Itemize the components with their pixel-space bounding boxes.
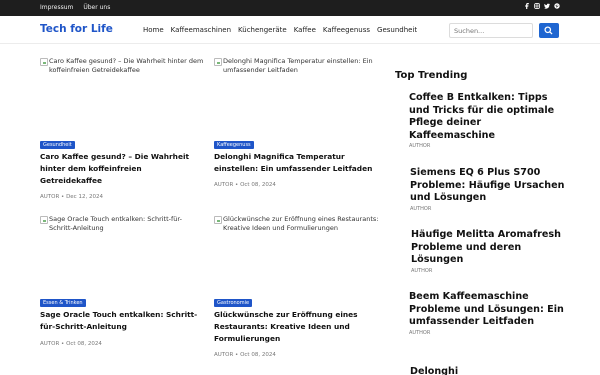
- nav-item-kaffeegenuss[interactable]: Kaffeegenuss: [323, 26, 370, 34]
- nav-item-kuechengeraete[interactable]: Küchengeräte: [238, 26, 287, 34]
- trending-item[interactable]: Siemens EQ 6 Plus S700 Probleme: Häufige…: [410, 167, 570, 212]
- search-button[interactable]: [539, 23, 559, 38]
- category-badge[interactable]: Gesundheit: [40, 141, 75, 149]
- social-links: [524, 3, 560, 9]
- pinterest-icon[interactable]: [554, 3, 560, 9]
- site-header: Tech for Life Home Kaffeemaschinen Küche…: [0, 16, 600, 44]
- trending-item-author[interactable]: AUTHOR: [411, 268, 571, 274]
- broken-image-icon: [214, 58, 222, 66]
- post-author[interactable]: AUTOR: [40, 341, 59, 347]
- site-logo[interactable]: Tech for Life: [40, 23, 113, 35]
- link-ueber-uns[interactable]: Über uns: [83, 4, 110, 11]
- search-input[interactable]: [449, 23, 533, 38]
- nav-item-kaffee[interactable]: Kaffee: [294, 26, 316, 34]
- trending-item-author[interactable]: AUTHOR: [409, 143, 569, 149]
- post-meta: AUTOR • Oct 08, 2024: [40, 341, 102, 347]
- post-card[interactable]: Caro Kaffee gesund? – Die Wahrheit hinte…: [40, 57, 205, 207]
- post-image[interactable]: Glückwünsche zur Eröffnung eines Restaur…: [214, 215, 379, 290]
- trending-item-author[interactable]: AUTHOR: [409, 330, 569, 336]
- nav-item-gesundheit[interactable]: Gesundheit: [377, 26, 417, 34]
- trending-item-title[interactable]: Siemens EQ 6 Plus S700 Probleme: Häufige…: [410, 167, 570, 205]
- trending-item-title[interactable]: Beem Kaffeemaschine Probleme und Lösunge…: [409, 291, 569, 329]
- top-bar: Impressum Über uns: [0, 0, 600, 16]
- trending-item[interactable]: Häufige Melitta Aromafresh Probleme und …: [411, 229, 571, 274]
- post-image[interactable]: Caro Kaffee gesund? – Die Wahrheit hinte…: [40, 57, 205, 132]
- trending-item-author[interactable]: AUTHOR: [410, 206, 570, 212]
- broken-image-icon: [40, 58, 48, 66]
- post-card[interactable]: Glückwünsche zur Eröffnung eines Restaur…: [214, 215, 379, 365]
- trending-item-title[interactable]: Delonghi: [410, 366, 570, 375]
- post-date: Oct 08, 2024: [240, 182, 276, 188]
- trending-sidebar: Top Trending: [395, 70, 575, 81]
- post-date: Oct 08, 2024: [240, 352, 276, 358]
- post-image-alt: Sage Oracle Touch entkalken: Schritt-für…: [49, 215, 183, 232]
- main-nav: Home Kaffeemaschinen Küchengeräte Kaffee…: [143, 26, 417, 34]
- category-badge[interactable]: Kaffeegenuss: [214, 141, 254, 149]
- post-meta: AUTOR • Oct 08, 2024: [214, 352, 276, 358]
- trending-item[interactable]: Coffee B Entkalken: Tipps und Tricks für…: [409, 92, 569, 149]
- category-badge[interactable]: Gastronomie: [214, 299, 253, 307]
- post-meta: AUTOR • Dec 12, 2024: [40, 194, 103, 200]
- post-title[interactable]: Glückwünsche zur Eröffnung eines Restaur…: [214, 309, 379, 345]
- link-impressum[interactable]: Impressum: [40, 4, 73, 11]
- post-card[interactable]: Sage Oracle Touch entkalken: Schritt-für…: [40, 215, 205, 365]
- trending-item[interactable]: Beem Kaffeemaschine Probleme und Lösunge…: [409, 291, 569, 336]
- post-date: Oct 08, 2024: [66, 341, 102, 347]
- post-title[interactable]: Delonghi Magnifica Temperatur einstellen…: [214, 151, 379, 175]
- post-image[interactable]: Delonghi Magnifica Temperatur einstellen…: [214, 57, 379, 132]
- post-title[interactable]: Sage Oracle Touch entkalken: Schritt-für…: [40, 309, 205, 333]
- nav-item-kaffeemaschinen[interactable]: Kaffeemaschinen: [171, 26, 231, 34]
- post-image-alt: Delonghi Magnifica Temperatur einstellen…: [223, 57, 373, 74]
- twitter-icon[interactable]: [544, 3, 550, 9]
- post-date: Dec 12, 2024: [66, 194, 103, 200]
- post-image-alt: Caro Kaffee gesund? – Die Wahrheit hinte…: [49, 57, 204, 74]
- facebook-icon[interactable]: [524, 3, 530, 9]
- post-author[interactable]: AUTOR: [40, 194, 59, 200]
- broken-image-icon: [214, 216, 222, 224]
- nav-item-home[interactable]: Home: [143, 26, 164, 34]
- broken-image-icon: [40, 216, 48, 224]
- trending-item[interactable]: Delonghi: [410, 366, 570, 375]
- instagram-icon[interactable]: [534, 3, 540, 9]
- trending-item-title[interactable]: Coffee B Entkalken: Tipps und Tricks für…: [409, 92, 569, 142]
- trending-item-title[interactable]: Häufige Melitta Aromafresh Probleme und …: [411, 229, 571, 267]
- post-meta: AUTOR • Oct 08, 2024: [214, 182, 276, 188]
- post-author[interactable]: AUTOR: [214, 182, 233, 188]
- search-icon: [544, 26, 553, 35]
- post-card[interactable]: Delonghi Magnifica Temperatur einstellen…: [214, 57, 379, 207]
- top-links: Impressum Über uns: [40, 4, 110, 11]
- post-author[interactable]: AUTOR: [214, 352, 233, 358]
- post-image-alt: Glückwünsche zur Eröffnung eines Restaur…: [223, 215, 379, 232]
- category-badge[interactable]: Essen & Trinken: [40, 299, 86, 307]
- post-title[interactable]: Caro Kaffee gesund? – Die Wahrheit hinte…: [40, 151, 205, 187]
- trending-heading: Top Trending: [395, 70, 468, 81]
- post-image[interactable]: Sage Oracle Touch entkalken: Schritt-für…: [40, 215, 205, 290]
